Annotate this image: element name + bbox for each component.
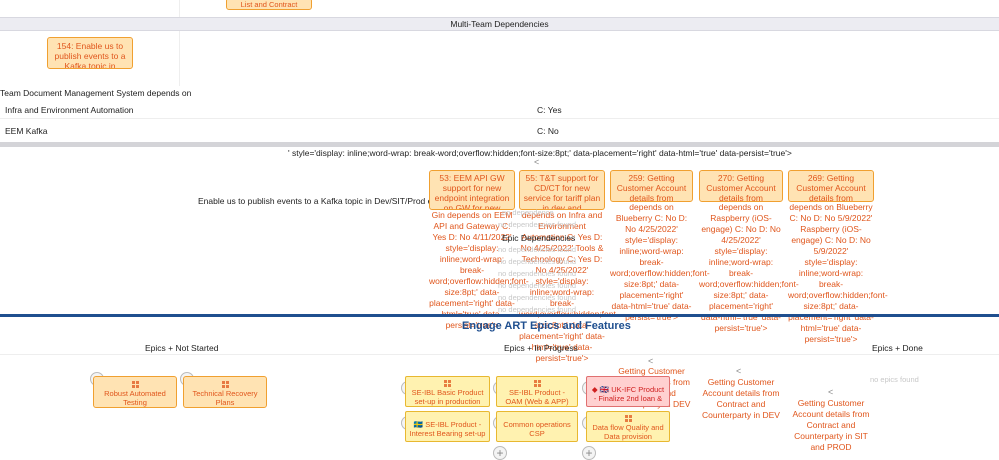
se-flag-icon: 🇸🇪 (413, 420, 424, 429)
ghost-text: no dependence (502, 208, 554, 217)
ghost-text: no dependencies found (498, 220, 576, 229)
uk-flag-icon: 🇬🇧 (599, 385, 610, 394)
ghost-text: no dependencies found (498, 269, 576, 278)
row-divider (0, 118, 999, 119)
dep-card-270-overflow: depends on Raspberry (iOS-engage) C: No … (699, 202, 799, 333)
epic-card-label: Data flow Quality and Data provision (592, 423, 664, 442)
column-divider (179, 0, 180, 18)
list-and-contract-card[interactable]: List and Contract Details (226, 0, 312, 10)
row-divider (0, 354, 999, 355)
dependency-row-status: C: No (537, 126, 559, 136)
epic-grid-icon (624, 415, 632, 423)
dep-card-259[interactable]: 259: Getting Customer Account details fr… (610, 170, 693, 202)
epic-card-uk-ifc[interactable]: ◆ 🇬🇧 UK-IFC Product - Finalize 2nd loan … (586, 376, 670, 407)
column-in-progress: Epics + In Progress (504, 343, 578, 353)
share-icon[interactable]: < (648, 356, 653, 366)
epic-card-label: Robust Automated Testing (104, 389, 166, 408)
epic-grid-icon (444, 380, 451, 388)
feature-card-154[interactable]: 154: Enable us to publish events to a Ka… (47, 37, 133, 69)
code-leak-text: ' style='display: inline;word-wrap: brea… (288, 148, 792, 158)
column-not-started: Epics + Not Started (145, 343, 219, 353)
epic-grid-icon (131, 381, 139, 389)
epic-card-se-ibl-oam[interactable]: SE-IBL Product - OAM (Web & APP) (496, 376, 578, 407)
dep-card-269[interactable]: 269: Getting Customer Account details fr… (788, 170, 874, 202)
dep-card-269-tail: Getting Customer Account details from Co… (792, 398, 870, 452)
epic-dependencies-title: Epic Dependencies (502, 233, 576, 243)
share-icon[interactable]: < (736, 366, 741, 376)
dep-card-270-tail: Getting Customer Account details from Co… (702, 377, 780, 420)
epic-card-label: Common operations CSP (503, 420, 571, 438)
epic-card-se-ibl-interest[interactable]: 🇸🇪 SE-IBL Product - Interest Bearing set… (405, 411, 490, 442)
multi-team-dependencies-header: Multi-Team Dependencies (0, 17, 999, 31)
epic-card-common-ops[interactable]: Common operations CSP (496, 411, 578, 442)
epic-card-label: SE-IBL Basic Product set-up in productio… (411, 388, 484, 407)
epic-card-data-flow[interactable]: Data flow Quality and Data provision (586, 411, 670, 442)
add-epic-button[interactable]: + (493, 446, 507, 460)
dep-card-53[interactable]: 53: EEM API GW support for new endpoint … (429, 170, 515, 210)
ghost-text: no dependencies found (498, 281, 576, 290)
dependency-row-name: Infra and Environment Automation (5, 105, 134, 115)
feature-label: Enable us to publish events to a Kafka t… (198, 196, 442, 206)
epic-grid-icon (533, 380, 541, 388)
epic-card-se-ibl-basic[interactable]: SE-IBL Basic Product set-up in productio… (405, 376, 490, 407)
ghost-text: no dependencies found (498, 305, 576, 314)
dependency-row-status: C: Yes (537, 105, 562, 115)
epic-card-label: Technical Recovery Plans (192, 389, 258, 408)
no-epics-found: no epics found (870, 375, 919, 384)
epic-card-robust-testing[interactable]: Robust Automated Testing (93, 376, 177, 408)
column-divider (179, 31, 180, 86)
engage-separator (0, 314, 999, 317)
ghost-text: no dependencies found (498, 293, 576, 302)
epic-grid-icon (221, 381, 229, 389)
epic-card-label: SE-IBL Product - OAM (Web & APP) (505, 388, 569, 407)
add-epic-button[interactable]: + (582, 446, 596, 460)
ghost-text: no dependencies found (498, 257, 576, 266)
depends-label: Team Document Management System depends … (0, 88, 192, 98)
dep-card-55[interactable]: 55: T&T support for CD/CT for new servic… (519, 170, 605, 210)
epic-card-recovery-plans[interactable]: Technical Recovery Plans (183, 376, 267, 408)
column-done: Epics + Done (872, 343, 923, 353)
diamond-icon: ◆ (591, 385, 598, 394)
dep-card-270[interactable]: 270: Getting Customer Account details fr… (699, 170, 783, 202)
dep-card-269-overflow: depends on Blueberry C: No D: No 5/9/202… (788, 202, 888, 344)
engage-art-title: Engage ART Epics and Features (462, 320, 631, 332)
dependency-row-name: EEM Kafka (5, 126, 48, 136)
share-icon[interactable]: < (534, 157, 539, 167)
share-icon[interactable]: < (828, 387, 833, 397)
section-separator (0, 142, 999, 147)
ghost-text: no dependencies found (498, 245, 576, 254)
